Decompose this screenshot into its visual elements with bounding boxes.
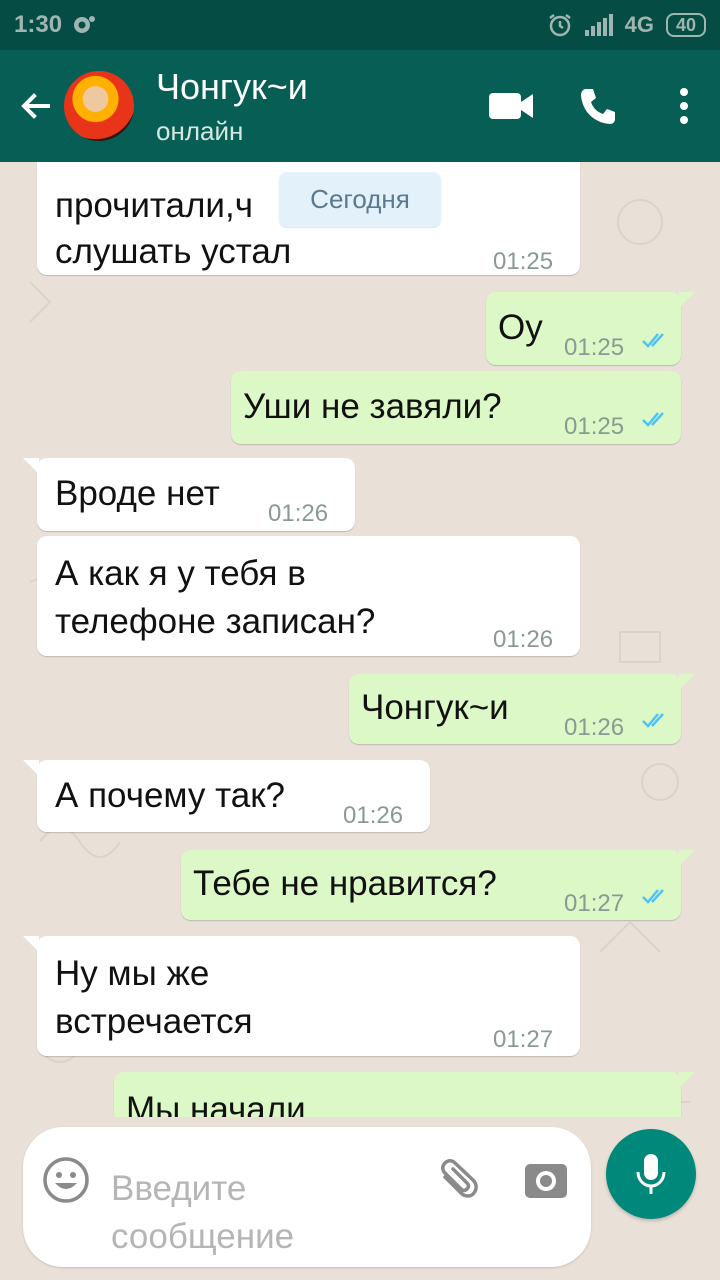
- placeholder-line: Введите: [111, 1169, 247, 1208]
- message-time: 01:27: [564, 890, 625, 917]
- message-text: Чонгук~и: [361, 688, 509, 727]
- message-time: 01:26: [564, 714, 625, 741]
- message-bubble-incoming[interactable]: Вроде нет 01:26: [23, 458, 355, 531]
- read-ticks-icon: [642, 333, 664, 348]
- avatar[interactable]: [64, 71, 134, 141]
- message-time: 01:25: [564, 413, 625, 440]
- contact-status: онлайн: [156, 115, 244, 146]
- chat-area[interactable]: Сегодня прочитали,ч слушать устал 01:25 …: [0, 162, 720, 1117]
- message-time: 01:25: [493, 248, 554, 275]
- attach-icon[interactable]: [431, 1155, 481, 1205]
- contact-name: Чонгук~и: [156, 65, 308, 107]
- message-bubble-incoming[interactable]: Ну мы же встречается 01:27: [23, 936, 580, 1056]
- message-time: 01:26: [343, 802, 404, 829]
- network-type: 4G: [624, 12, 654, 37]
- notification-icon: [74, 16, 96, 33]
- message-bubble-outgoing[interactable]: Тебе не нравится? 01:27: [181, 850, 695, 920]
- message-placeholder: Введите сообщение: [111, 1165, 361, 1261]
- battery-indicator: 40: [665, 13, 706, 37]
- camera-icon[interactable]: [521, 1155, 571, 1205]
- back-arrow-icon[interactable]: [14, 84, 58, 128]
- voice-record-button[interactable]: [606, 1129, 696, 1219]
- read-ticks-icon: [642, 713, 664, 728]
- video-call-button[interactable]: [488, 82, 536, 130]
- message-text: телефоне записан?: [55, 602, 376, 641]
- message-bubble-outgoing[interactable]: Мы начали: [114, 1072, 695, 1117]
- more-vert-icon: [680, 88, 688, 124]
- message-time: 01:25: [564, 334, 625, 361]
- message-text: Уши не завяли?: [243, 387, 502, 426]
- more-options-button[interactable]: [674, 82, 694, 130]
- signal-icon: [584, 14, 613, 36]
- emoji-icon[interactable]: [41, 1155, 91, 1205]
- message-text: А как я у тебя в: [55, 554, 306, 593]
- video-call-icon: [489, 93, 533, 119]
- message-text: Оу: [498, 308, 543, 347]
- message-text: А почему так?: [55, 776, 285, 815]
- message-text: Вроде нет: [55, 474, 220, 513]
- message-text: прочитали,ч: [55, 186, 253, 225]
- message-bubble-incoming[interactable]: А как я у тебя в телефоне записан? 01:26: [37, 536, 580, 656]
- message-text: Ну мы же: [55, 954, 210, 993]
- phone-icon: [581, 89, 615, 124]
- voice-call-button[interactable]: [574, 82, 622, 130]
- message-bubble-outgoing[interactable]: Оу 01:25: [486, 292, 695, 365]
- message-time: 01:26: [493, 626, 554, 653]
- message-text: Мы начали: [126, 1090, 306, 1117]
- date-chip: Сегодня: [279, 172, 441, 227]
- message-bubble-outgoing[interactable]: Чонгук~и 01:26: [349, 674, 695, 744]
- placeholder-line: сообщение: [111, 1217, 295, 1256]
- status-bar: 1:30 4G 40: [0, 0, 720, 50]
- composer-bar: Введите сообщение: [0, 1117, 720, 1280]
- mic-icon: [636, 1154, 666, 1194]
- message-input[interactable]: Введите сообщение: [23, 1127, 591, 1267]
- status-time: 1:30: [14, 11, 63, 38]
- message-bubble-incoming[interactable]: А почему так? 01:26: [23, 760, 430, 832]
- alarm-icon: [548, 14, 571, 37]
- message-text: слушать устал: [55, 232, 292, 271]
- message-text: Тебе не нравится?: [193, 864, 497, 903]
- message-time: 01:27: [493, 1026, 554, 1053]
- message-time: 01:26: [268, 500, 329, 527]
- contact-info[interactable]: Чонгук~и онлайн: [156, 66, 308, 147]
- read-ticks-icon: [642, 412, 664, 427]
- message-bubble-outgoing[interactable]: Уши не завяли? 01:25: [231, 371, 681, 444]
- chat-header: Чонгук~и онлайн: [0, 50, 720, 162]
- read-ticks-icon: [642, 889, 664, 904]
- message-text: встречается: [55, 1002, 253, 1041]
